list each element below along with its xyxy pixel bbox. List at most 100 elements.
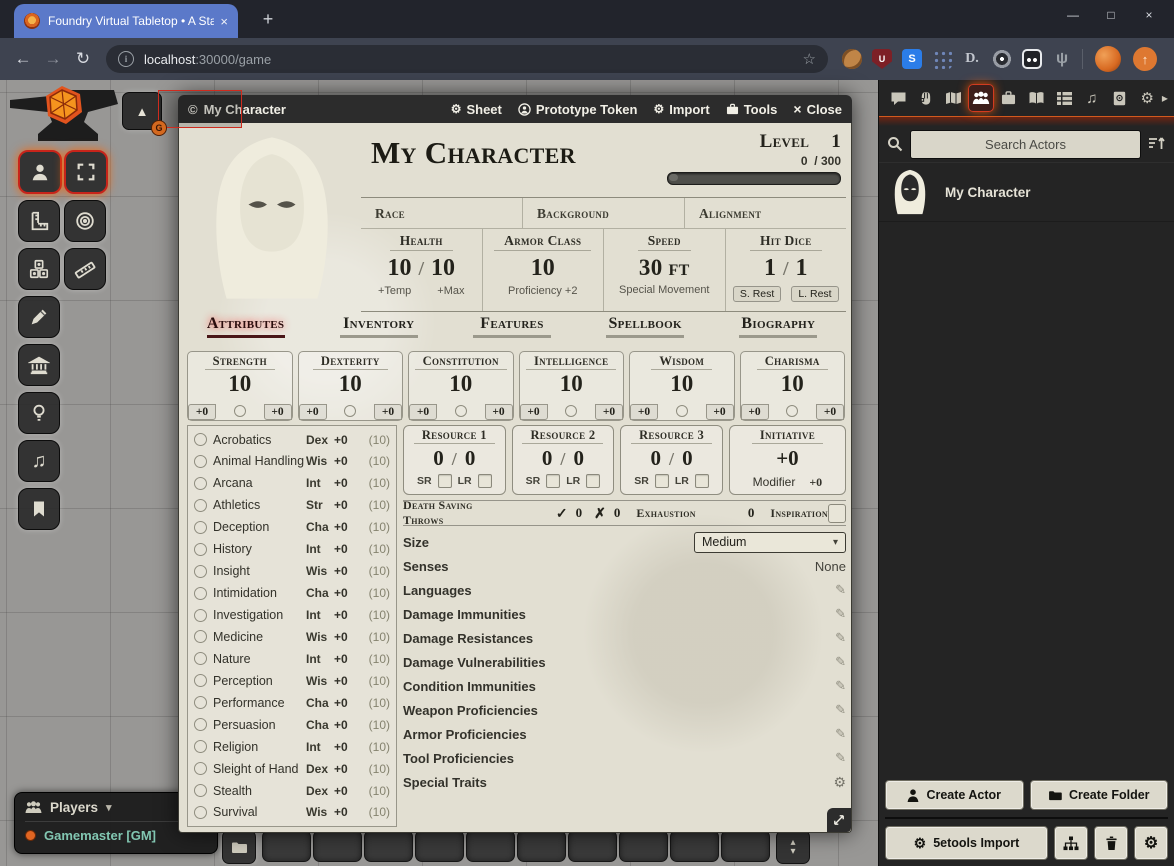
profile-avatar[interactable] <box>1095 46 1121 72</box>
ability-modifier[interactable]: +0 <box>520 404 548 420</box>
sheet-tab[interactable]: Attributes <box>207 315 285 338</box>
folder-tree-button[interactable] <box>1054 826 1088 860</box>
tab-combat[interactable] <box>913 84 939 112</box>
tab-journal[interactable] <box>1023 84 1049 112</box>
sheet-window-header[interactable]: © My Character ⚙ Sheet Prototype Token ⚙… <box>178 95 852 123</box>
skill-row[interactable]: Survival Wis +0 (10) <box>188 802 396 823</box>
skill-row[interactable]: Insight Wis +0 (10) <box>188 561 396 582</box>
sheet-tab[interactable]: Spellbook <box>606 315 684 338</box>
game-canvas[interactable]: ▲ ♫ <box>0 80 1174 866</box>
death-success-count[interactable]: 0 <box>576 505 583 521</box>
ability-box[interactable]: Constitution 10 +0 +0 <box>408 351 514 421</box>
macro-slot[interactable] <box>262 830 311 862</box>
macro-slot[interactable] <box>721 830 770 862</box>
edit-icon[interactable]: ✎ <box>835 654 846 670</box>
back-icon[interactable]: ← <box>8 49 38 69</box>
skill-row[interactable]: Religion Int +0 (10) <box>188 736 396 757</box>
proficiency-radio[interactable] <box>455 405 467 417</box>
skill-name[interactable]: Nature <box>213 652 306 666</box>
death-success-icon[interactable]: ✓ <box>556 505 568 522</box>
skill-row[interactable]: Animal Handling Wis +0 (10) <box>188 451 396 472</box>
skill-row[interactable]: Athletics Str +0 (10) <box>188 495 396 516</box>
macro-slot[interactable] <box>415 830 464 862</box>
short-rest-checkbox[interactable] <box>438 474 452 488</box>
skill-row[interactable]: Perception Wis +0 (10) <box>188 670 396 691</box>
skill-row[interactable]: Arcana Int +0 (10) <box>188 473 396 494</box>
skill-proficiency-radio[interactable] <box>194 652 207 665</box>
ability-box[interactable]: Strength 10 +0 +0 <box>187 351 293 421</box>
ability-box[interactable]: Charisma 10 +0 +0 <box>740 351 846 421</box>
level-value[interactable]: 1 <box>831 131 841 152</box>
temp-max-hp[interactable]: +Max <box>437 285 464 297</box>
proficiency-radio[interactable] <box>565 405 577 417</box>
tab-actors[interactable] <box>968 84 994 112</box>
skill-name[interactable]: Arcana <box>213 476 306 490</box>
temp-hp[interactable]: +Temp <box>378 285 411 297</box>
macro-slot[interactable] <box>670 830 719 862</box>
tab-compendium[interactable] <box>1107 84 1133 112</box>
skill-name[interactable]: Perception <box>213 674 306 688</box>
initiative-modifier[interactable]: +0 <box>809 475 822 490</box>
ability-modifier[interactable]: +0 <box>409 404 437 420</box>
ability-modifier[interactable]: +0 <box>299 404 327 420</box>
record-extension-icon[interactable] <box>992 49 1012 69</box>
window-minimize-icon[interactable]: — <box>1054 8 1092 22</box>
special-movement[interactable]: Special Movement <box>619 284 710 296</box>
resource-box[interactable]: Resource 2 0/0 SR LR <box>512 425 615 495</box>
proficiency-radio[interactable] <box>676 405 688 417</box>
skill-name[interactable]: Performance <box>213 696 306 710</box>
skill-proficiency-radio[interactable] <box>194 565 207 578</box>
address-bar[interactable]: i localhost:30000/game ☆ <box>106 45 828 73</box>
skill-proficiency-radio[interactable] <box>194 674 207 687</box>
skill-proficiency-radio[interactable] <box>194 806 207 819</box>
window-resize-handle[interactable] <box>827 808 851 832</box>
actor-list-item[interactable]: My Character <box>879 162 1174 222</box>
sheet-tab[interactable]: Inventory <box>340 315 418 338</box>
skill-name[interactable]: Animal Handling <box>213 454 306 468</box>
skill-proficiency-radio[interactable] <box>194 630 207 643</box>
short-rest-checkbox[interactable] <box>546 474 560 488</box>
skill-name[interactable]: Insight <box>213 564 306 578</box>
ability-save[interactable]: +0 <box>264 404 292 420</box>
shield-extension-icon[interactable]: U <box>872 49 892 69</box>
skill-proficiency-radio[interactable] <box>194 696 207 709</box>
window-maximize-icon[interactable]: □ <box>1092 8 1130 22</box>
close-sheet-button[interactable]: × Close <box>793 101 842 117</box>
tab-scenes[interactable] <box>940 84 966 112</box>
short-rest-button[interactable]: S. Rest <box>733 286 781 302</box>
grid-extension-icon[interactable] <box>932 49 952 69</box>
death-failure-icon[interactable]: ✗ <box>594 505 606 522</box>
proficiency-radio[interactable] <box>344 405 356 417</box>
skill-name[interactable]: Religion <box>213 740 306 754</box>
skill-proficiency-radio[interactable] <box>194 587 207 600</box>
create-folder-button[interactable]: Create Folder <box>1030 780 1169 810</box>
edit-icon[interactable]: ✎ <box>835 630 846 646</box>
resource-value[interactable]: 0 <box>433 446 444 471</box>
resource-box[interactable]: Resource 3 0/0 SR LR <box>620 425 723 495</box>
ability-save[interactable]: +0 <box>485 404 513 420</box>
actor-name[interactable]: My Character <box>945 185 1031 200</box>
ability-score[interactable]: 10 <box>228 371 251 396</box>
ability-box[interactable]: Dexterity 10 +0 +0 <box>298 351 404 421</box>
macro-slot[interactable] <box>619 830 668 862</box>
select-tokens-tool[interactable] <box>64 150 108 194</box>
delete-button[interactable] <box>1094 826 1128 860</box>
long-rest-button[interactable]: L. Rest <box>791 286 838 302</box>
proficiency-radio[interactable] <box>786 405 798 417</box>
skill-row[interactable]: History Int +0 (10) <box>188 539 396 560</box>
fork-extension-icon[interactable]: ψ <box>1052 49 1072 69</box>
macro-slot[interactable] <box>568 830 617 862</box>
5etools-import-button[interactable]: ⚙ 5etools Import <box>885 826 1048 860</box>
skill-name[interactable]: Survival <box>213 805 306 819</box>
short-rest-checkbox[interactable] <box>655 474 669 488</box>
ability-score[interactable]: 10 <box>781 371 804 396</box>
ability-save[interactable]: +0 <box>706 404 734 420</box>
ability-box[interactable]: Intelligence 10 +0 +0 <box>519 351 625 421</box>
new-tab-button[interactable]: + <box>256 7 280 31</box>
prototype-token-button[interactable]: Prototype Token <box>518 102 638 117</box>
edit-icon[interactable]: ✎ <box>835 726 846 742</box>
death-failure-count[interactable]: 0 <box>614 505 621 521</box>
ability-box[interactable]: Wisdom 10 +0 +0 <box>629 351 735 421</box>
d-extension-icon[interactable]: D. <box>962 49 982 69</box>
race-field[interactable]: Race <box>361 198 522 229</box>
